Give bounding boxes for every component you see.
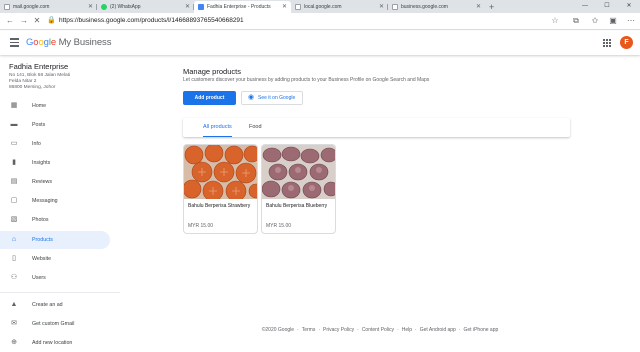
eye-icon: ◉ xyxy=(248,94,255,101)
product-image xyxy=(262,145,335,199)
lock-icon: 🔒 xyxy=(47,17,56,24)
favorites-icon[interactable]: ✩ xyxy=(589,15,601,27)
window-controls: — ☐ ✕ xyxy=(574,0,640,12)
page-title: Manage products xyxy=(183,67,241,76)
browser-tab[interactable]: mail.google.com ✕ xyxy=(0,1,97,13)
footer: ©2020 Google · Terms · Privacy Policy · Conten… xyxy=(261,327,499,333)
whatsapp-favicon-icon xyxy=(101,4,107,10)
ads-icon: ▲ xyxy=(10,301,18,308)
home-icon: ▦ xyxy=(10,102,18,109)
tab-title: (2) WhatsApp xyxy=(110,4,141,10)
active-tab-indicator xyxy=(203,135,232,137)
close-window-icon[interactable]: ✕ xyxy=(618,0,640,12)
close-tab-icon[interactable]: ✕ xyxy=(379,1,384,13)
sidebar-item-photos[interactable]: ▧ Photos xyxy=(0,211,110,229)
gmail-icon: ✉ xyxy=(11,320,17,327)
add-location-icon: ⊕ xyxy=(11,339,17,346)
close-tab-icon[interactable]: ✕ xyxy=(282,1,287,13)
info-icon: ▭ xyxy=(10,140,18,147)
browser-tab[interactable]: business.google.com ✕ xyxy=(388,1,485,13)
tab-food[interactable]: Food xyxy=(249,118,262,137)
product-tabs: All products Food xyxy=(183,118,570,137)
sidebar-divider xyxy=(0,292,120,293)
main-content: Manage products Let customers discover y… xyxy=(120,55,640,344)
sidebar-item-info[interactable]: ▭ Info xyxy=(0,135,110,153)
posts-icon: ▬ xyxy=(10,121,18,128)
sidebar-item-insights[interactable]: ▮ Insights xyxy=(0,154,110,172)
sidebar-item-home[interactable]: ▦ Home xyxy=(0,97,110,115)
minimize-icon[interactable]: — xyxy=(574,0,596,12)
browser-tab[interactable]: (2) WhatsApp ✕ xyxy=(97,1,194,13)
sidebar-item-add-location[interactable]: ⊕ Add new location xyxy=(0,334,110,352)
website-icon: ▯ xyxy=(12,255,16,262)
sidebar-item-website[interactable]: ▯ Website xyxy=(0,250,110,268)
product-image xyxy=(184,145,257,199)
footer-link-iphone[interactable]: Get iPhone app xyxy=(464,327,499,333)
tab-switch-icon[interactable]: ⧉ xyxy=(570,15,582,27)
photos-icon: ▧ xyxy=(10,216,18,223)
page-subtitle: Let customers discover your business by … xyxy=(183,77,430,83)
browser-tab[interactable]: local.google.com ✕ xyxy=(291,1,388,13)
close-tab-icon[interactable]: ✕ xyxy=(476,1,481,13)
business-name: Fadhia Enterprise xyxy=(9,62,69,71)
product-price: MYR 15.00 xyxy=(188,223,214,229)
close-tab-icon[interactable]: ✕ xyxy=(185,1,190,13)
tab-title: Fadhia Enterprise - Products xyxy=(207,4,271,10)
url-text: https://business.google.com/products/l/1… xyxy=(59,17,244,24)
product-card[interactable]: Bahulu Berperisa Blueberry MYR 15.00 xyxy=(261,144,336,234)
close-tab-icon[interactable]: ✕ xyxy=(88,1,93,13)
footer-copyright: ©2020 Google xyxy=(261,327,295,333)
products-icon: ⌂ xyxy=(11,236,17,243)
forward-icon[interactable]: → xyxy=(18,15,30,27)
sidebar-item-products[interactable]: ⌂ Products xyxy=(0,231,110,249)
browser-tab-active[interactable]: Fadhia Enterprise - Products ✕ xyxy=(194,1,291,13)
reviews-icon: ▤ xyxy=(10,178,18,185)
tab-title: mail.google.com xyxy=(13,4,50,10)
product-name: Bahulu Berperisa Strawbery xyxy=(188,203,251,209)
users-icon: ⚇ xyxy=(10,274,18,281)
doc-favicon-icon xyxy=(392,4,398,10)
sidebar-item-posts[interactable]: ▬ Posts xyxy=(0,116,110,134)
sidebar-item-users[interactable]: ⚇ Users xyxy=(0,269,110,287)
footer-link-android[interactable]: Get Android app xyxy=(420,327,456,333)
menu-icon[interactable] xyxy=(10,38,19,47)
footer-link-terms[interactable]: Terms xyxy=(302,327,316,333)
maximize-icon[interactable]: ☐ xyxy=(596,0,618,12)
mail-favicon-icon xyxy=(4,4,10,10)
back-icon[interactable]: ← xyxy=(4,15,16,27)
avatar[interactable]: F xyxy=(620,36,633,49)
star-icon[interactable]: ☆ xyxy=(549,15,561,27)
new-tab-icon[interactable]: + xyxy=(489,1,494,13)
sidebar-item-custom-gmail[interactable]: ✉ Get custom Gmail xyxy=(0,315,110,333)
footer-link-content-policy[interactable]: Content Policy xyxy=(362,327,394,333)
stop-icon[interactable]: ✕ xyxy=(31,15,43,27)
browser-tab-bar: mail.google.com ✕ (2) WhatsApp ✕ Fadhia … xyxy=(0,0,640,13)
gmb-favicon-icon xyxy=(198,4,204,10)
insights-icon: ▮ xyxy=(12,159,16,166)
product-price: MYR 15.00 xyxy=(266,223,292,229)
browser-toolbar: ← → ✕ 🔒 https://business.google.com/prod… xyxy=(0,13,640,30)
sidebar-item-messaging[interactable]: ▢ Messaging xyxy=(0,192,110,210)
tab-all-products[interactable]: All products xyxy=(203,118,232,137)
product-name: Bahulu Berperisa Blueberry xyxy=(266,203,328,209)
tab-title: business.google.com xyxy=(401,4,448,10)
product-card[interactable]: Bahulu Berperisa Strawbery MYR 15.00 xyxy=(183,144,258,234)
see-on-google-button[interactable]: ◉ See it on Google xyxy=(241,91,303,105)
footer-link-help[interactable]: Help xyxy=(402,327,412,333)
business-address: No 141, Blok 68 Jalan Melati Felda Nitar… xyxy=(9,73,71,90)
add-product-button[interactable]: Add product xyxy=(183,91,236,105)
doc-favicon-icon xyxy=(295,4,301,10)
sidebar-item-reviews[interactable]: ▤ Reviews xyxy=(0,173,110,191)
more-icon[interactable]: ⋯ xyxy=(625,15,637,27)
app-header: Google My Business F xyxy=(0,31,640,55)
sidebar-item-create-ad[interactable]: ▲ Create an ad xyxy=(0,296,110,314)
address-bar[interactable]: 🔒 https://business.google.com/products/l… xyxy=(45,15,585,27)
sidebar: Fadhia Enterprise No 141, Blok 68 Jalan … xyxy=(0,55,120,346)
tab-title: local.google.com xyxy=(304,4,342,10)
collections-icon[interactable]: ▣ xyxy=(607,15,619,27)
google-my-business-logo[interactable]: Google My Business xyxy=(26,37,111,49)
footer-link-privacy[interactable]: Privacy Policy xyxy=(323,327,354,333)
apps-grid-icon[interactable] xyxy=(603,39,611,47)
messaging-icon: ▢ xyxy=(10,197,18,204)
